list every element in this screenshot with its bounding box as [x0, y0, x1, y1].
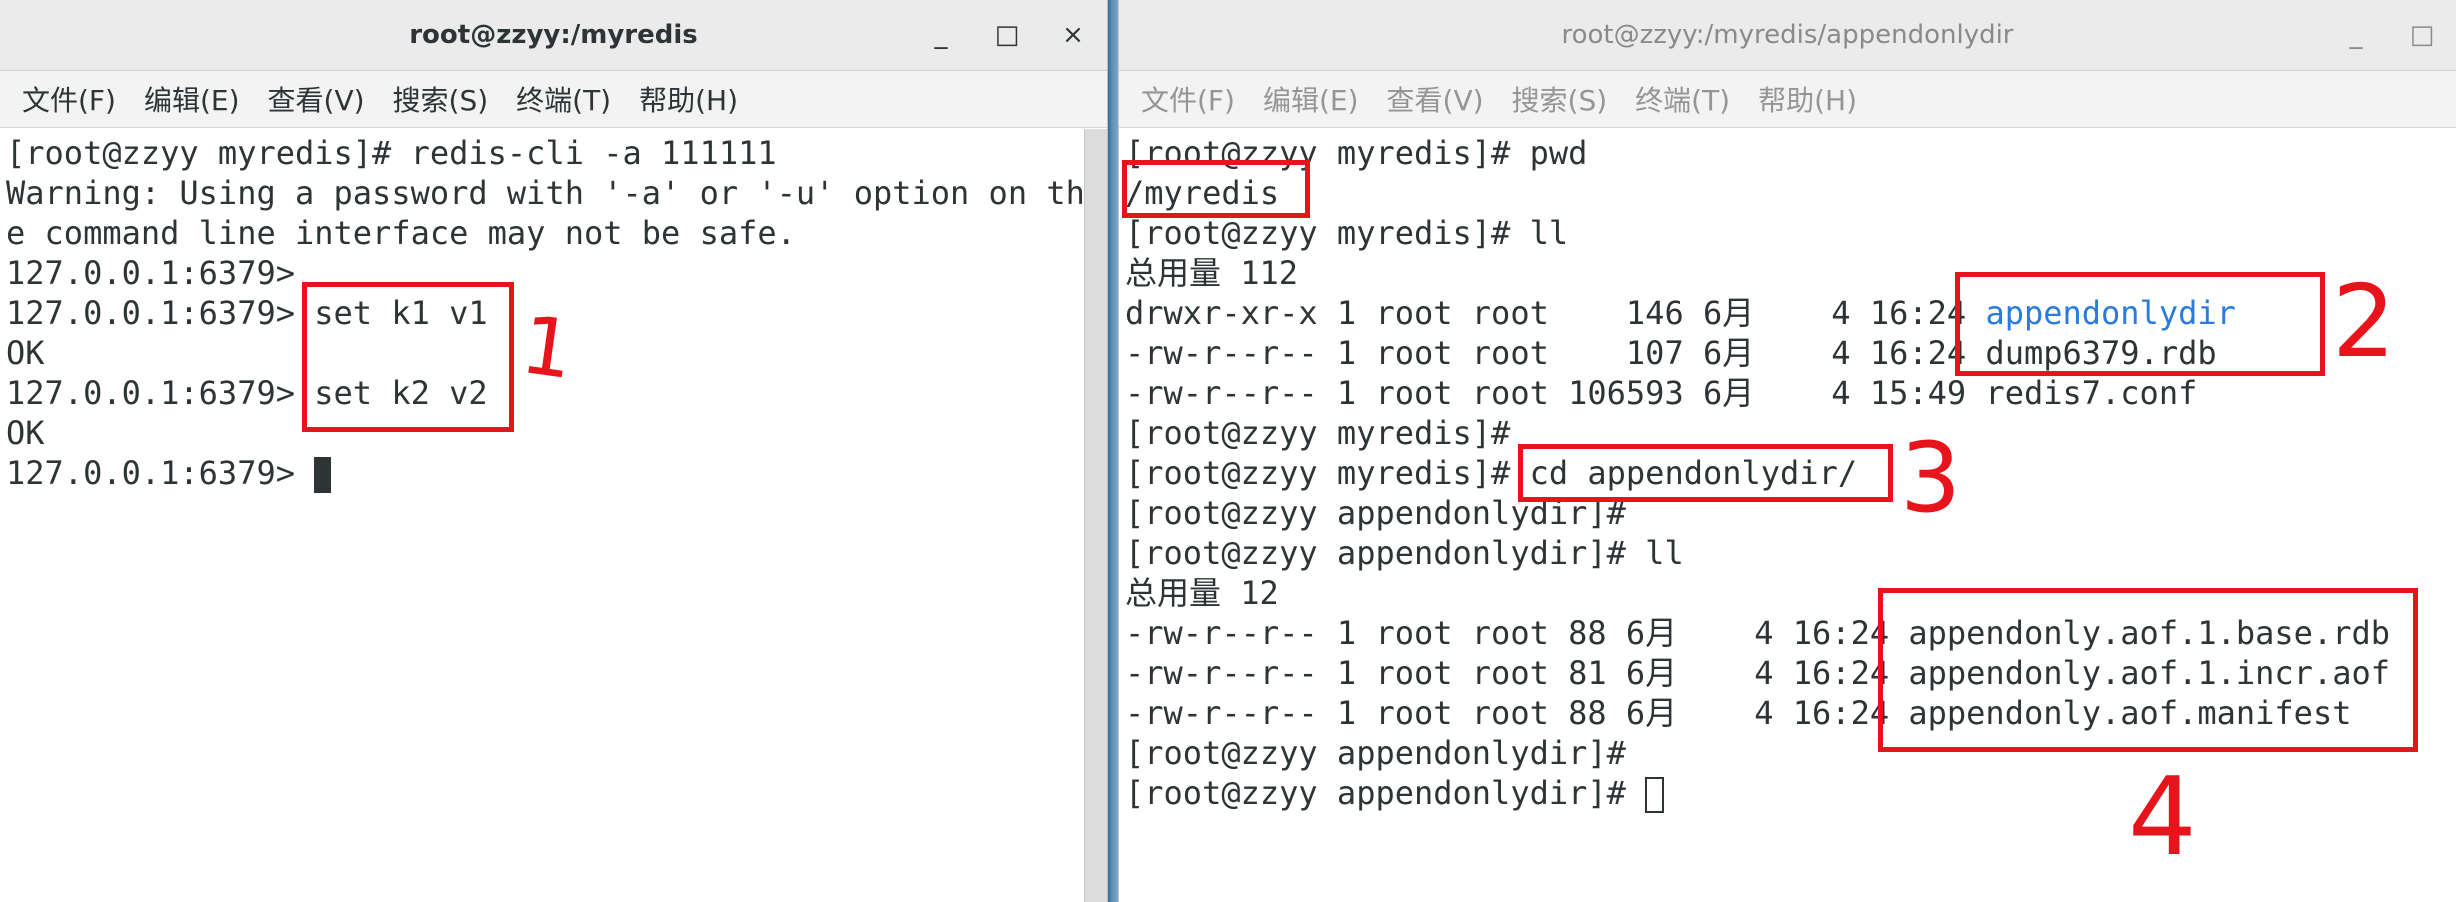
menu-help[interactable]: 帮助(H) — [625, 73, 752, 125]
terminal-line: 127.0.0.1:6379> set k1 v1 — [6, 294, 488, 332]
terminal-window-left: root@zzyy:/myredis _ □ × 文件(F) 编辑(E) 查看(… — [0, 0, 1108, 902]
prompt-text: 127.0.0.1:6379> — [6, 454, 315, 492]
terminal-prompt-line: 127.0.0.1:6379> — [6, 453, 332, 493]
terminal-line: [root@zzyy appendonlydir]# — [1125, 494, 1626, 532]
menu-view[interactable]: 查看(V) — [1373, 73, 1498, 125]
window-title: root@zzyy:/myredis/appendonlydir — [1561, 20, 2014, 50]
title-bar[interactable]: root@zzyy:/myredis/appendonlydir _ □ — [1119, 0, 2456, 71]
terminal-line: [root@zzyy myredis]# — [1125, 414, 1511, 452]
menu-terminal[interactable]: 终端(T) — [502, 73, 625, 125]
terminal-window-right: root@zzyy:/myredis/appendonlydir _ □ 文件(… — [1118, 0, 2456, 902]
menu-terminal[interactable]: 终端(T) — [1621, 73, 1744, 125]
terminal-line: -rw-r--r-- 1 root root 106593 6月 4 15:49… — [1125, 374, 2198, 412]
menu-edit[interactable]: 编辑(E) — [1249, 73, 1373, 125]
close-button[interactable]: × — [1052, 14, 1094, 56]
terminal-line: OK — [6, 334, 45, 372]
menu-bar: 文件(F) 编辑(E) 查看(V) 搜索(S) 终端(T) 帮助(H) — [1119, 71, 2456, 128]
menu-file[interactable]: 文件(F) — [1127, 73, 1249, 125]
menu-bar: 文件(F) 编辑(E) 查看(V) 搜索(S) 终端(T) 帮助(H) — [0, 71, 1107, 128]
minimize-button[interactable]: _ — [920, 14, 962, 56]
terminal-line: -rw-r--r-- 1 root root 88 6月 4 16:24 app… — [1125, 614, 2390, 652]
directory-name: appendonlydir — [1985, 294, 2236, 332]
window-divider — [1108, 0, 1118, 902]
maximize-button[interactable]: □ — [986, 14, 1028, 56]
scrollbar[interactable] — [1084, 129, 1107, 902]
terminal-line: 127.0.0.1:6379> — [6, 254, 295, 292]
terminal-line: [root@zzyy appendonlydir]# — [1125, 734, 1626, 772]
terminal-line: OK — [6, 414, 45, 452]
menu-edit[interactable]: 编辑(E) — [130, 73, 254, 125]
maximize-button[interactable]: □ — [2401, 14, 2443, 56]
minimize-button[interactable]: _ — [2335, 14, 2377, 56]
terminal-line: [root@zzyy myredis]# cd appendonlydir/ — [1125, 454, 1858, 492]
terminal-line: [root@zzyy appendonlydir]# ll — [1125, 534, 1684, 572]
terminal-line: [root@zzyy myredis]# pwd — [1125, 134, 1588, 172]
terminal-line: 总用量 12 — [1125, 574, 1279, 612]
terminal-line: /myredis — [1125, 174, 1280, 212]
terminal-line: 总用量 112 — [1125, 254, 1299, 292]
terminal-line: -rw-r--r-- 1 root root 88 6月 4 16:24 app… — [1125, 694, 2352, 732]
listing-prefix: drwxr-xr-x 1 root root 146 6月 4 16:24 — [1125, 294, 1986, 332]
title-bar[interactable]: root@zzyy:/myredis _ □ × — [0, 0, 1107, 71]
terminal-output[interactable]: [root@zzyy myredis]# redis-cli -a 111111… — [0, 129, 1085, 902]
text-cursor — [314, 457, 332, 493]
menu-help[interactable]: 帮助(H) — [1744, 73, 1871, 125]
menu-view[interactable]: 查看(V) — [254, 73, 379, 125]
menu-search[interactable]: 搜索(S) — [379, 73, 503, 125]
text-cursor — [1645, 777, 1665, 813]
terminal-line: e command line interface may not be safe… — [6, 214, 796, 252]
terminal-line: [root@zzyy myredis]# redis-cli -a 111111 — [6, 134, 777, 172]
terminal-line: -rw-r--r-- 1 root root 81 6月 4 16:24 app… — [1125, 654, 2390, 692]
terminal-line: Warning: Using a password with '-a' or '… — [6, 174, 1085, 212]
menu-file[interactable]: 文件(F) — [8, 73, 130, 125]
prompt-text: [root@zzyy appendonlydir]# — [1125, 774, 1646, 812]
menu-search[interactable]: 搜索(S) — [1498, 73, 1622, 125]
terminal-line: -rw-r--r-- 1 root root 107 6月 4 16:24 du… — [1125, 334, 2217, 372]
desktop-screen: root@zzyy:/myredis _ □ × 文件(F) 编辑(E) 查看(… — [0, 0, 2456, 902]
terminal-line: drwxr-xr-x 1 root root 146 6月 4 16:24 ap… — [1125, 293, 2236, 333]
terminal-prompt-line: [root@zzyy appendonlydir]# — [1125, 773, 1665, 813]
terminal-line: 127.0.0.1:6379> set k2 v2 — [6, 374, 488, 412]
terminal-output[interactable]: [root@zzyy myredis]# pwd /myredis [root@… — [1119, 129, 2456, 902]
terminal-line: [root@zzyy myredis]# ll — [1125, 214, 1569, 252]
